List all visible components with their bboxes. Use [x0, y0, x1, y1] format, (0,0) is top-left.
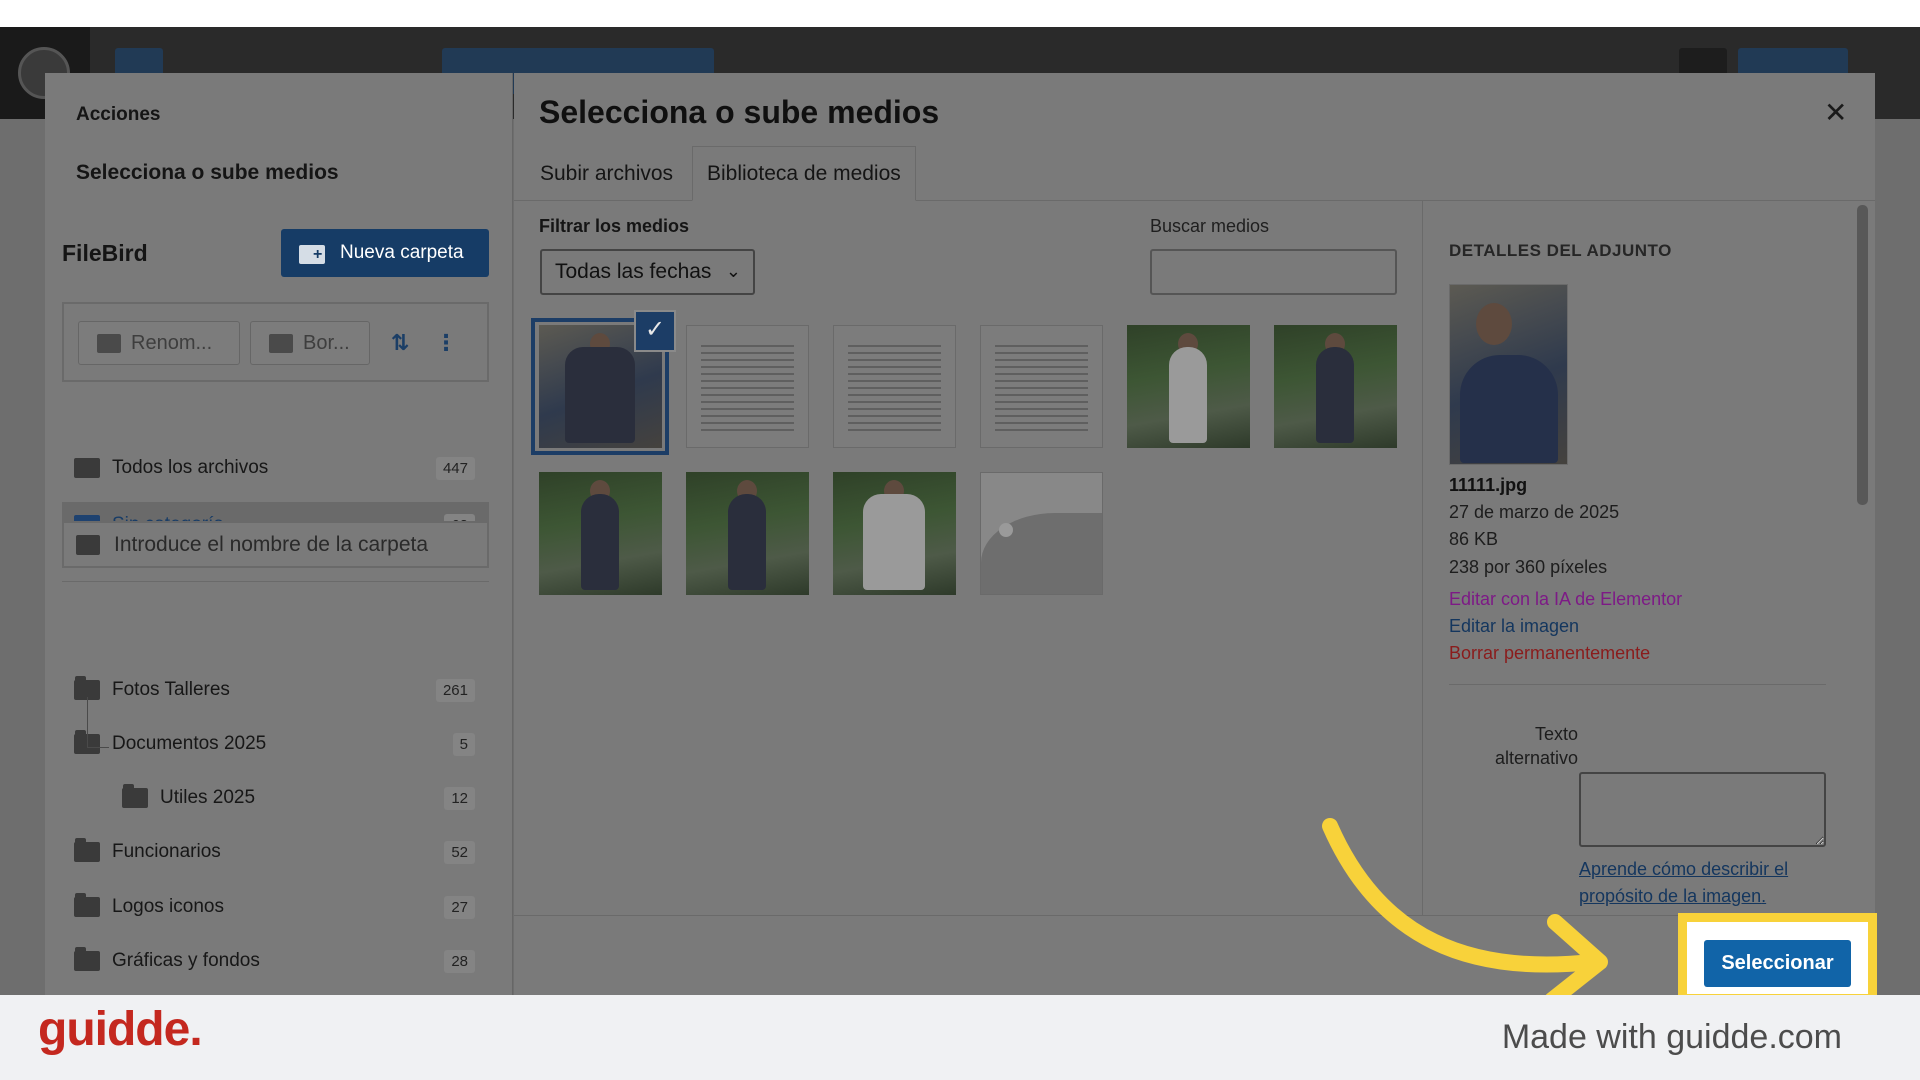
made-with-text: Made with guidde.com	[1501, 1018, 1842, 1056]
guidde-logo: guidde.	[38, 1003, 203, 1056]
screenshot-stage: Acciones Selecciona o sube medios FileBi…	[0, 0, 1920, 1080]
pointer-arrow-icon	[1322, 818, 1608, 1008]
